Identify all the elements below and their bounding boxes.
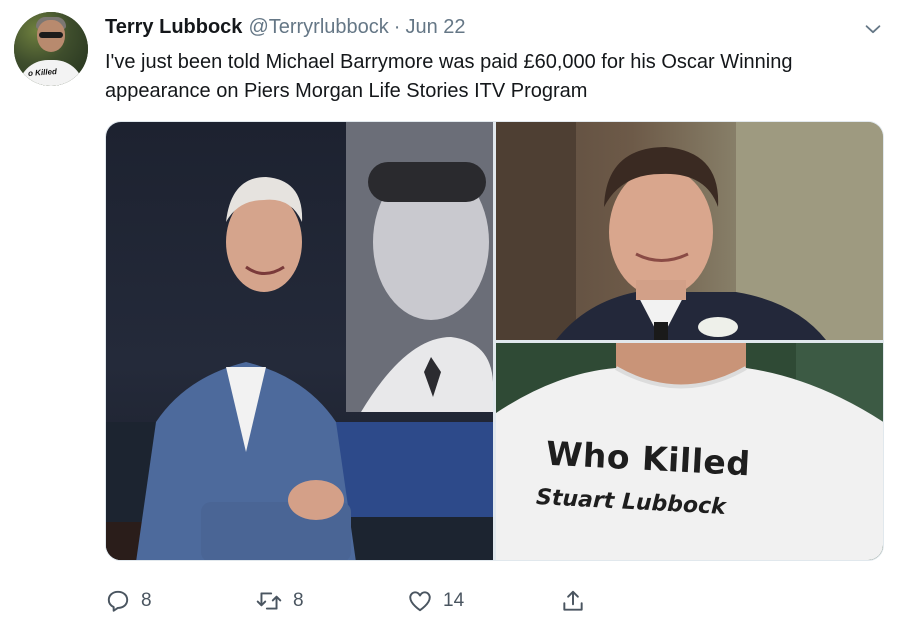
share-button[interactable]: [560, 586, 586, 616]
tweet-actions: 8 8 14: [105, 586, 595, 616]
portrait-photo-drawing: [496, 122, 883, 340]
like-count: 14: [443, 590, 465, 611]
author-handle[interactable]: @Terryrlubbock: [248, 16, 388, 39]
like-button[interactable]: 14: [407, 586, 464, 616]
share-icon: [563, 590, 583, 611]
heart-icon: [409, 591, 431, 612]
reply-button[interactable]: 8: [105, 586, 152, 616]
tweet-date[interactable]: Jun 22: [405, 16, 465, 39]
avatar[interactable]: o Killed: [14, 12, 88, 86]
separator-dot: ·: [393, 16, 401, 38]
reply-icon: [107, 590, 129, 612]
retweet-count: 8: [293, 590, 304, 611]
media-image-portrait[interactable]: [496, 122, 883, 340]
retweet-button[interactable]: 8: [255, 586, 304, 616]
tweet-text: I've just been told Michael Barrymore wa…: [105, 51, 793, 102]
media-image-tshirt[interactable]: Who Killed Stuart Lubbock: [496, 343, 883, 560]
media-grid: Who Killed Stuart Lubbock: [105, 121, 884, 561]
reply-count: 8: [141, 590, 152, 611]
studio-photo-drawing: [106, 122, 493, 560]
author-name[interactable]: Terry Lubbock: [105, 16, 242, 39]
media-image-main[interactable]: [106, 122, 493, 560]
avatar-glasses: [39, 32, 63, 38]
chevron-down-icon[interactable]: [862, 18, 884, 40]
tweet-header: Terry Lubbock @Terryrlubbock · Jun 22: [105, 16, 466, 40]
retweet-icon: [256, 592, 282, 610]
